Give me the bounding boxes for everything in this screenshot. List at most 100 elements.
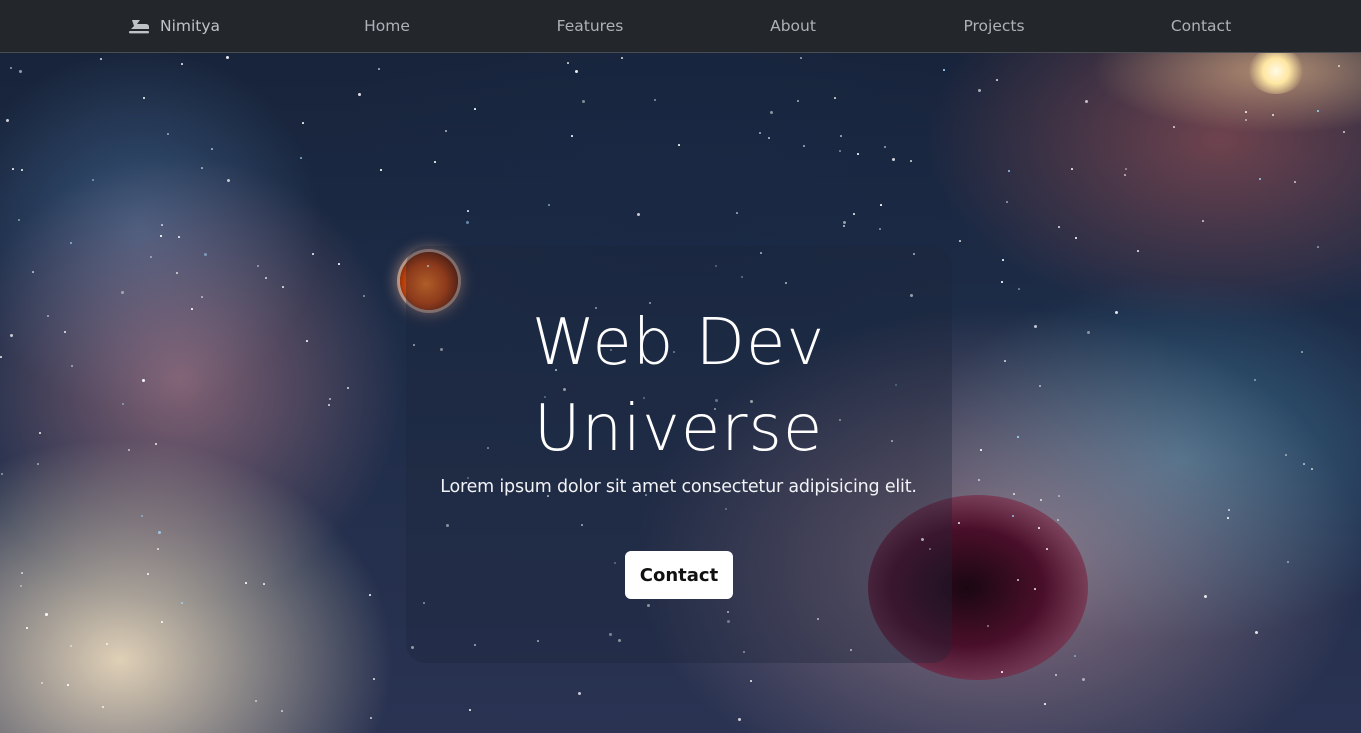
star xyxy=(1125,168,1127,170)
nav-link-about[interactable]: About xyxy=(770,0,816,52)
star xyxy=(445,130,447,132)
star xyxy=(621,57,623,59)
star xyxy=(282,286,284,288)
star xyxy=(245,582,247,584)
star xyxy=(1057,519,1059,521)
star xyxy=(281,710,283,712)
hero-subtitle: Lorem ipsum dolor sit amet consectetur a… xyxy=(440,477,917,497)
star xyxy=(181,602,183,604)
star xyxy=(466,221,469,224)
star xyxy=(770,111,773,114)
star xyxy=(18,219,20,221)
star xyxy=(67,684,69,686)
star xyxy=(143,97,145,99)
star xyxy=(204,253,207,256)
star xyxy=(578,692,581,695)
nav-link-home[interactable]: Home xyxy=(364,0,410,52)
star xyxy=(571,135,573,137)
star xyxy=(736,212,738,214)
star xyxy=(839,150,841,152)
star xyxy=(575,70,578,73)
star xyxy=(1038,527,1040,529)
star xyxy=(879,228,881,230)
star xyxy=(265,277,267,279)
star xyxy=(750,680,752,682)
star xyxy=(469,709,471,711)
star xyxy=(800,57,802,59)
star xyxy=(1294,181,1296,183)
nav-link-features[interactable]: Features xyxy=(557,0,624,52)
star xyxy=(1,473,3,475)
star xyxy=(834,97,836,99)
star xyxy=(257,265,259,267)
star xyxy=(21,572,23,574)
star xyxy=(959,240,961,242)
star xyxy=(853,213,855,215)
star xyxy=(161,224,163,226)
star xyxy=(106,643,108,645)
star xyxy=(434,161,436,163)
top-navbar: Nimitya Home Features About Projects Con… xyxy=(0,0,1361,53)
star xyxy=(141,515,143,517)
star xyxy=(1075,237,1077,239)
star xyxy=(1272,114,1274,116)
star xyxy=(1012,515,1014,517)
star xyxy=(797,100,799,102)
star xyxy=(1317,110,1319,112)
star xyxy=(312,253,314,255)
star xyxy=(637,213,640,216)
star xyxy=(378,68,380,70)
star xyxy=(910,160,912,162)
star xyxy=(467,210,469,212)
star xyxy=(176,272,178,274)
star xyxy=(369,594,371,596)
star xyxy=(474,108,476,110)
star xyxy=(6,119,9,122)
star xyxy=(178,236,180,238)
star xyxy=(768,137,770,139)
star xyxy=(102,706,104,708)
star xyxy=(1204,595,1207,598)
star xyxy=(1227,517,1229,519)
star xyxy=(1074,655,1076,657)
star xyxy=(884,146,886,148)
star xyxy=(26,627,28,629)
star xyxy=(978,89,981,92)
star xyxy=(1287,561,1289,563)
star xyxy=(654,99,656,101)
star xyxy=(1259,178,1261,180)
star xyxy=(100,58,102,60)
star xyxy=(1008,170,1010,172)
star xyxy=(19,70,22,73)
star xyxy=(943,69,945,71)
nav-link-projects[interactable]: Projects xyxy=(963,0,1024,52)
star xyxy=(738,718,741,721)
contact-button[interactable]: Contact xyxy=(625,551,733,599)
star xyxy=(958,522,960,524)
star xyxy=(1082,678,1085,681)
nav-link-contact[interactable]: Contact xyxy=(1171,0,1231,52)
star xyxy=(370,717,372,719)
star xyxy=(92,179,94,181)
star xyxy=(32,271,34,273)
star xyxy=(20,585,22,587)
star xyxy=(996,79,998,81)
star xyxy=(263,583,265,585)
star xyxy=(1343,131,1345,133)
spaceship-icon xyxy=(129,20,149,34)
star xyxy=(41,682,43,684)
star xyxy=(1018,288,1020,290)
brand-name: Nimitya xyxy=(160,17,221,35)
star xyxy=(300,157,302,159)
star xyxy=(582,100,585,103)
star xyxy=(803,145,805,147)
star xyxy=(567,62,569,64)
star xyxy=(843,221,846,224)
star xyxy=(70,645,72,647)
star xyxy=(12,168,14,170)
star xyxy=(843,225,845,227)
star xyxy=(987,625,989,627)
star xyxy=(121,291,124,294)
star xyxy=(1245,119,1247,121)
brand-logo[interactable]: Nimitya xyxy=(128,0,220,52)
